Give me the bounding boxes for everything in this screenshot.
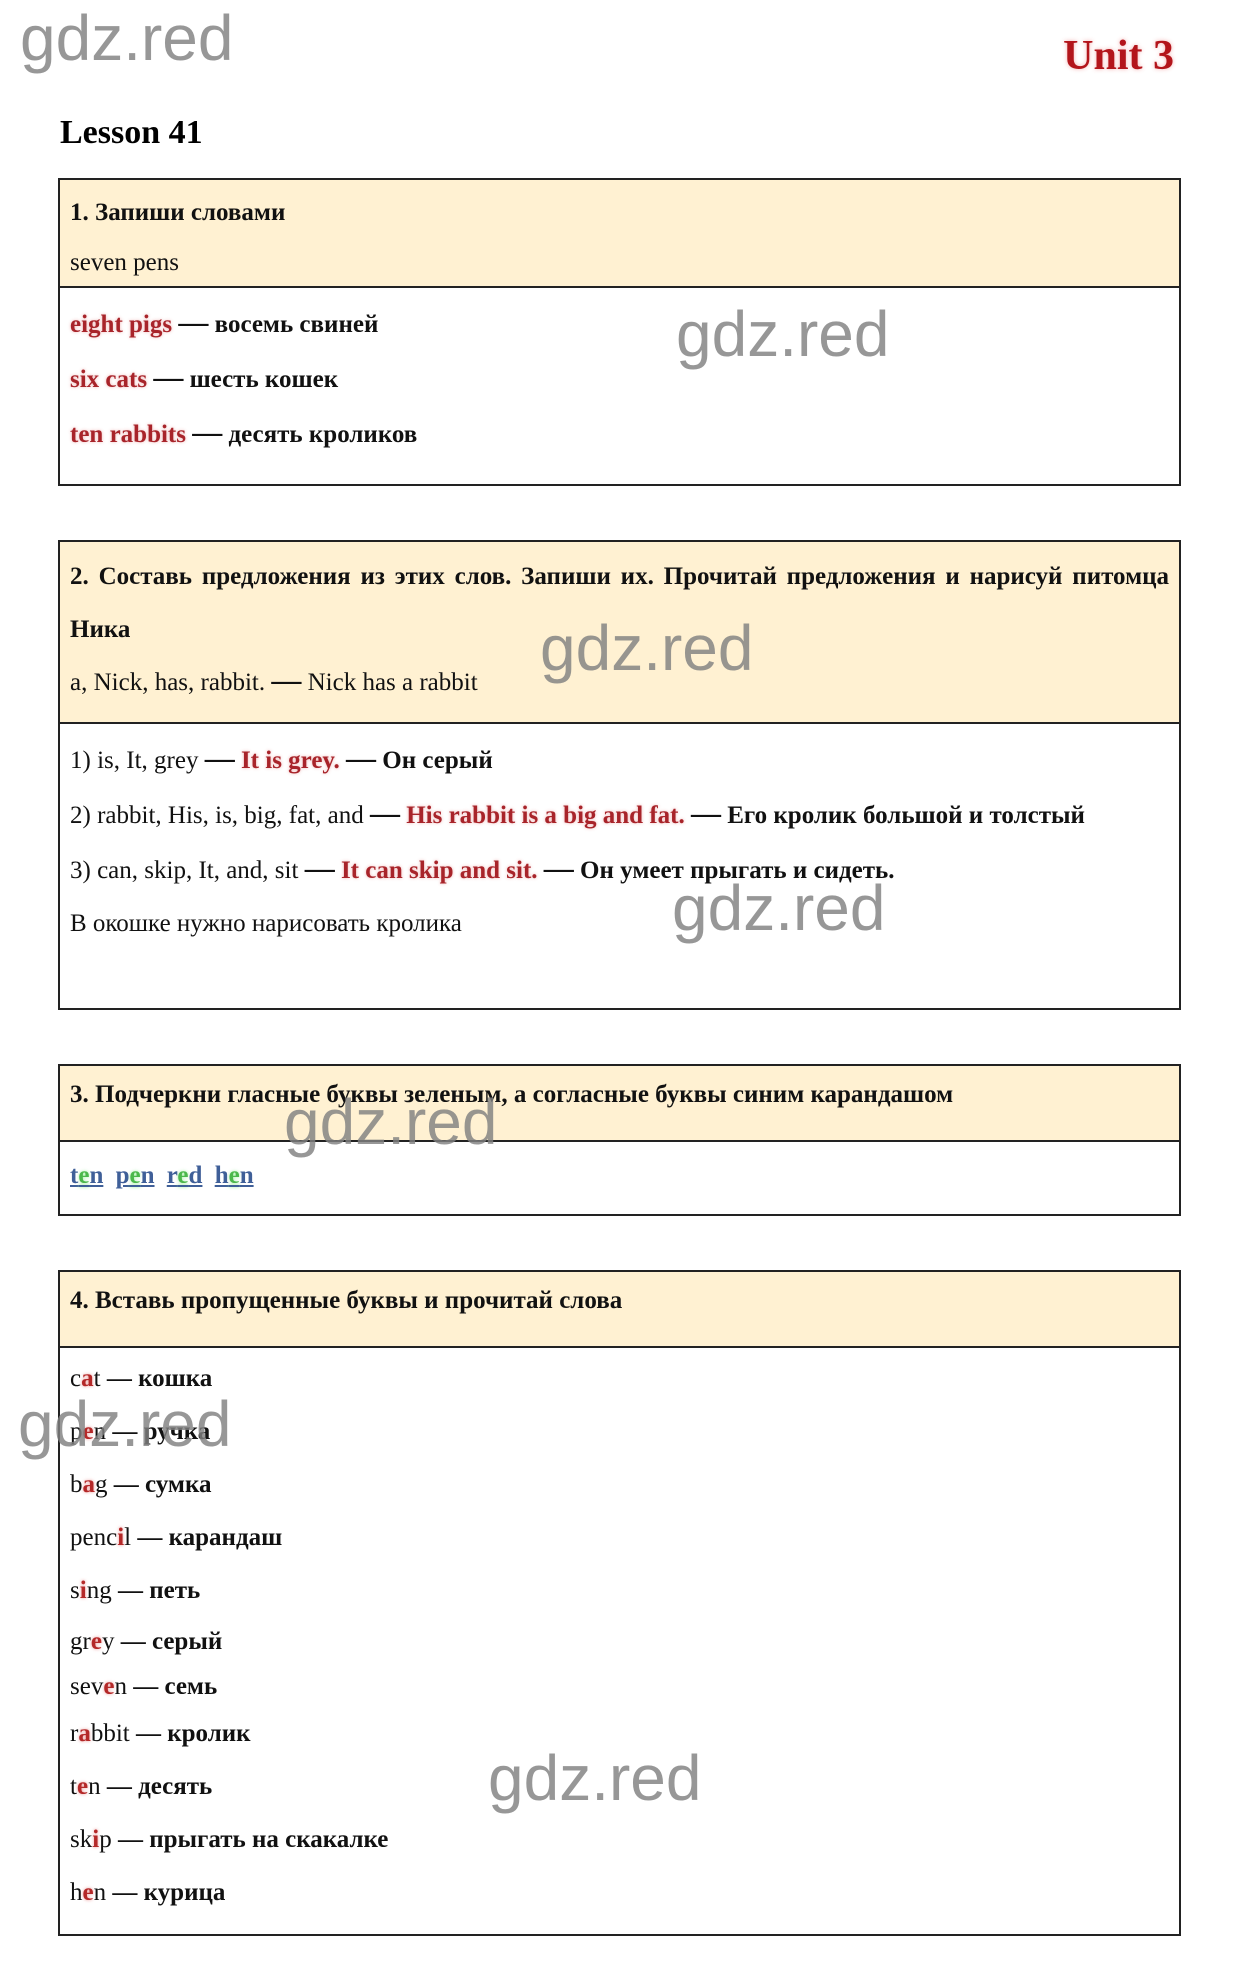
- answer-translation: Он серый: [382, 747, 493, 774]
- word-row: pen — ручка: [70, 1418, 211, 1445]
- translation: сумка: [145, 1471, 212, 1498]
- missing-letter: e: [82, 1879, 94, 1906]
- answer-russian: десять кроликов: [228, 421, 418, 448]
- answer-russian: восемь свиней: [214, 311, 379, 338]
- answer-row: eight pigs — восемь свиней: [70, 296, 1169, 351]
- vowel: e: [228, 1162, 240, 1189]
- answer-row: six cats — шесть кошек: [70, 351, 1169, 406]
- lesson-title: Lesson 41: [60, 114, 203, 151]
- answer-sentence: It is grey.: [240, 747, 340, 774]
- translation: ручка: [143, 1418, 211, 1445]
- task-3: 3. Подчеркни гласные буквы зеленым, а со…: [58, 1064, 1181, 1216]
- word-row: cat — кошка: [70, 1365, 213, 1392]
- dash: —: [346, 742, 377, 775]
- vowel: e: [129, 1162, 141, 1189]
- word-row: ten — десять: [70, 1773, 213, 1800]
- answer-english: six cats: [70, 366, 148, 393]
- word-row: grey — серый: [70, 1628, 223, 1655]
- task-1-answers: eight pigs — восемь свиней six cats — ше…: [60, 288, 1179, 471]
- dash: —: [178, 306, 209, 339]
- task-3-answers: ten pen red hen: [60, 1142, 1179, 1208]
- word-row: pencil — карандаш: [70, 1524, 283, 1551]
- task-4-answers: cat — кошка pen — ручка bag — сумка penc…: [60, 1348, 1179, 1929]
- answer-words: 2) rabbit, His, is, big, fat, and: [70, 802, 364, 829]
- underlined-words: ten pen red hen: [70, 1154, 1169, 1198]
- word-row: sing — петь: [70, 1577, 201, 1604]
- task-2: 2. Составь предложения из этих слов. Зап…: [58, 540, 1181, 1010]
- translation: кролик: [167, 1720, 251, 1747]
- dash: —: [192, 416, 223, 449]
- answer-translation: Он умеет прыгать и сидеть.: [580, 857, 895, 884]
- answer-sentence: His rabbit is a big and fat.: [406, 802, 685, 829]
- task-4-title: 4. Вставь пропущенные буквы и прочитай с…: [70, 1287, 623, 1314]
- missing-letter: e: [82, 1418, 94, 1445]
- task-1-example: seven pens: [70, 249, 179, 276]
- task-1-header: 1. Запиши словами seven pens: [60, 180, 1179, 288]
- translation: курица: [143, 1879, 226, 1906]
- missing-letter: a: [82, 1471, 96, 1498]
- answer-sentence: It can skip and sit.: [340, 857, 538, 884]
- word-row: hen — курица: [70, 1879, 226, 1906]
- task-3-title: 3. Подчеркни гласные буквы зеленым, а со…: [70, 1081, 954, 1108]
- word-row: rabbit — кролик: [70, 1720, 251, 1747]
- word: hen: [214, 1162, 254, 1189]
- vowel: e: [78, 1162, 90, 1189]
- dash: —: [153, 361, 184, 394]
- translation: прыгать на скакалке: [149, 1826, 389, 1853]
- answer-translation: Его кролик большой и толстый: [727, 802, 1085, 829]
- word: pen: [115, 1162, 155, 1189]
- answer-row: 1) is, It, grey — It is grey. — Он серый: [70, 732, 1169, 787]
- answer-row: 3) can, skip, It, and, sit — It can skip…: [70, 842, 1169, 897]
- task-2-note: В окошке нужно нарисовать кролика: [70, 910, 462, 937]
- answer-english: eight pigs: [70, 311, 173, 338]
- word: ten: [70, 1162, 104, 1189]
- missing-letter: i: [79, 1577, 87, 1604]
- answer-words: 1) is, It, grey: [70, 747, 199, 774]
- task-4: 4. Вставь пропущенные буквы и прочитай с…: [58, 1270, 1181, 1936]
- vowel: e: [177, 1162, 189, 1189]
- task-2-title: 2. Составь предложения из этих слов. Зап…: [70, 563, 1169, 643]
- translation: кошка: [138, 1365, 213, 1392]
- answer-words: 3) can, skip, It, and, sit: [70, 857, 299, 884]
- dash: —: [204, 742, 235, 775]
- translation: десять: [138, 1773, 213, 1800]
- task-2-header: 2. Составь предложения из этих слов. Зап…: [60, 542, 1179, 724]
- task-4-header: 4. Вставь пропущенные буквы и прочитай с…: [60, 1272, 1179, 1348]
- translation: петь: [149, 1577, 201, 1604]
- task-1-title: 1. Запиши словами: [70, 199, 286, 226]
- translation: семь: [164, 1673, 218, 1700]
- dash: —: [271, 664, 302, 697]
- word-row: bag — сумка: [70, 1471, 212, 1498]
- missing-letter: e: [90, 1628, 102, 1655]
- missing-letter: e: [76, 1773, 89, 1800]
- task-2-example: a, Nick, has, rabbit. — Nick has a rabbi…: [70, 656, 1169, 708]
- answer-russian: шесть кошек: [189, 366, 339, 393]
- word-row: seven — семь: [70, 1673, 218, 1700]
- dash: —: [304, 852, 335, 885]
- translation: карандаш: [168, 1524, 283, 1551]
- missing-letter: a: [81, 1365, 94, 1392]
- word: red: [166, 1162, 203, 1189]
- task-3-header: 3. Подчеркни гласные буквы зеленым, а со…: [60, 1066, 1179, 1142]
- missing-letter: a: [78, 1720, 91, 1747]
- unit-title: Unit 3: [1063, 33, 1174, 79]
- dash: —: [369, 797, 400, 830]
- watermark: gdz.red: [20, 2, 234, 74]
- example-sentence: Nick has a rabbit: [307, 669, 478, 696]
- answer-row: 2) rabbit, His, is, big, fat, and — His …: [70, 787, 1169, 842]
- translation: серый: [151, 1628, 223, 1655]
- example-words: a, Nick, has, rabbit.: [70, 669, 266, 696]
- dash: —: [690, 797, 721, 830]
- missing-letter: e: [103, 1673, 115, 1700]
- task-1: 1. Запиши словами seven pens eight pigs …: [58, 178, 1181, 486]
- word-row: skip — прыгать на скакалке: [70, 1826, 389, 1853]
- answer-english: ten rabbits: [70, 421, 186, 448]
- answer-row: ten rabbits — десять кроликов: [70, 406, 1169, 461]
- task-2-answers: 1) is, It, grey — It is grey. — Он серый…: [60, 724, 1179, 960]
- dash: —: [543, 852, 574, 885]
